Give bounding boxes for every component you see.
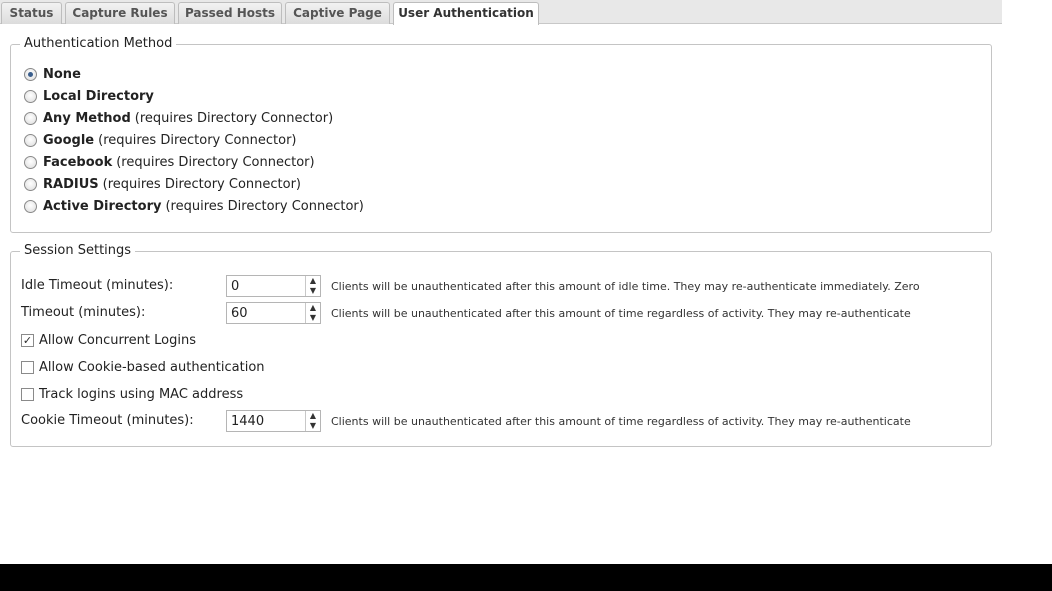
- auth-option-facebook[interactable]: Facebook (requires Directory Connector): [24, 152, 315, 172]
- radio-any-method[interactable]: [24, 111, 37, 125]
- auth-option-none[interactable]: None: [24, 64, 81, 84]
- radio-active-directory[interactable]: [24, 199, 37, 213]
- track-mac-row[interactable]: Track logins using MAC address: [21, 384, 243, 404]
- bottom-bar: [0, 564, 1052, 591]
- timeout-hint: Clients will be unauthenticated after th…: [331, 307, 911, 320]
- idle-timeout-label: Idle Timeout (minutes):: [21, 278, 174, 293]
- radio-radius[interactable]: [24, 177, 37, 191]
- cookie-timeout-input[interactable]: [227, 411, 305, 431]
- idle-timeout-hint: Clients will be unauthenticated after th…: [331, 280, 920, 293]
- radio-google[interactable]: [24, 133, 37, 147]
- auth-option-label: None: [43, 66, 81, 82]
- tab-bar: Status Capture Rules Passed Hosts Captiv…: [0, 0, 1002, 25]
- auth-option-active-directory[interactable]: Active Directory (requires Directory Con…: [24, 196, 364, 216]
- auth-option-requirement: (requires Directory Connector): [98, 132, 297, 148]
- auth-option-radius[interactable]: RADIUS (requires Directory Connector): [24, 174, 301, 194]
- auth-option-requirement: (requires Directory Connector): [134, 110, 334, 126]
- radio-facebook[interactable]: [24, 155, 37, 169]
- timeout-spinner[interactable]: ▲ ▼: [226, 302, 321, 324]
- tab-captive-page[interactable]: Captive Page: [285, 2, 390, 24]
- auth-option-google[interactable]: Google (requires Directory Connector): [24, 130, 297, 150]
- timeout-label: Timeout (minutes):: [21, 305, 146, 320]
- idle-timeout-spinner[interactable]: ▲ ▼: [226, 275, 321, 297]
- auth-option-label: RADIUS: [43, 176, 99, 192]
- auth-option-label: Facebook: [43, 154, 113, 170]
- radio-local-directory[interactable]: [24, 89, 37, 103]
- auth-option-label: Active Directory: [43, 198, 162, 214]
- allow-concurrent-logins-label: Allow Concurrent Logins: [39, 332, 196, 348]
- allow-cookie-auth-row[interactable]: Allow Cookie-based authentication: [21, 357, 265, 377]
- spin-up-icon[interactable]: ▲: [306, 303, 320, 313]
- auth-option-local-directory[interactable]: Local Directory: [24, 86, 154, 106]
- radio-none[interactable]: [24, 67, 37, 81]
- allow-cookie-auth-checkbox[interactable]: [21, 360, 34, 374]
- tab-passed-hosts[interactable]: Passed Hosts: [178, 2, 282, 24]
- idle-timeout-input[interactable]: [227, 276, 305, 296]
- tab-capture-rules[interactable]: Capture Rules: [65, 2, 175, 24]
- spin-up-icon[interactable]: ▲: [306, 276, 320, 286]
- allow-cookie-auth-label: Allow Cookie-based authentication: [39, 359, 265, 375]
- auth-option-requirement: (requires Directory Connector): [102, 176, 301, 192]
- authentication-method-group: Authentication Method None Local Directo…: [10, 36, 992, 233]
- auth-option-label: Local Directory: [43, 88, 154, 104]
- spin-up-icon[interactable]: ▲: [306, 411, 320, 421]
- auth-option-requirement: (requires Directory Connector): [165, 198, 364, 214]
- allow-concurrent-logins-row[interactable]: ✓ Allow Concurrent Logins: [21, 330, 196, 350]
- session-settings-group: Session Settings Idle Timeout (minutes):…: [10, 243, 992, 447]
- timeout-input[interactable]: [227, 303, 305, 323]
- spin-down-icon[interactable]: ▼: [306, 286, 320, 296]
- cookie-timeout-label: Cookie Timeout (minutes):: [21, 413, 194, 428]
- auth-option-label: Google: [43, 132, 95, 148]
- authentication-method-legend: Authentication Method: [20, 36, 177, 52]
- allow-concurrent-logins-checkbox[interactable]: ✓: [21, 333, 34, 347]
- cookie-timeout-spinner[interactable]: ▲ ▼: [226, 410, 321, 432]
- tab-user-authentication[interactable]: User Authentication: [393, 2, 539, 25]
- track-mac-label: Track logins using MAC address: [39, 386, 244, 402]
- session-settings-legend: Session Settings: [20, 243, 136, 259]
- cookie-timeout-hint: Clients will be unauthenticated after th…: [331, 415, 911, 428]
- auth-option-any-method[interactable]: Any Method (requires Directory Connector…: [24, 108, 333, 128]
- spin-down-icon[interactable]: ▼: [306, 313, 320, 323]
- spin-down-icon[interactable]: ▼: [306, 421, 320, 431]
- auth-option-label: Any Method: [43, 110, 131, 126]
- spinner-buttons: ▲ ▼: [305, 411, 320, 431]
- spinner-buttons: ▲ ▼: [305, 276, 320, 296]
- auth-option-requirement: (requires Directory Connector): [116, 154, 315, 170]
- tab-status[interactable]: Status: [1, 2, 62, 24]
- track-mac-checkbox[interactable]: [21, 387, 34, 401]
- spinner-buttons: ▲ ▼: [305, 303, 320, 323]
